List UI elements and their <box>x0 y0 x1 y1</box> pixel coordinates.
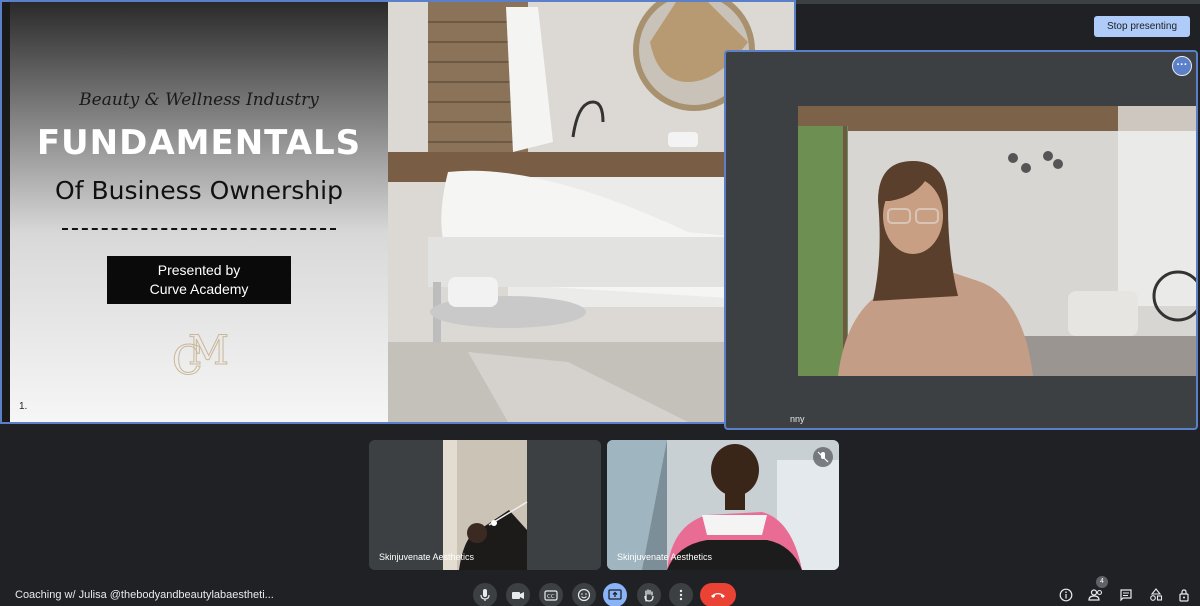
people-button[interactable] <box>1087 586 1105 604</box>
raise-hand-icon <box>644 589 654 602</box>
participant-video <box>607 440 839 570</box>
captions-button[interactable]: CC <box>539 583 563 606</box>
slide-title: FUNDAMENTALS <box>36 123 362 163</box>
meet-window: Stop presenting Beauty & Wellness Indust… <box>0 0 1200 606</box>
end-call-button[interactable] <box>700 583 736 606</box>
meeting-info-button[interactable] <box>1057 586 1075 604</box>
svg-text:CC: CC <box>547 594 555 600</box>
raise-hand-button[interactable] <box>637 583 661 606</box>
speaker-name-label: nny <box>790 414 805 424</box>
presenting-bar: Stop presenting <box>796 0 1200 42</box>
camera-button[interactable] <box>506 583 530 606</box>
more-horiz-icon[interactable]: ··· <box>1172 56 1192 76</box>
participant-name: Skinjuvenate Aesthetics <box>379 552 475 562</box>
participant-name: Skinjuvenate Aesthetics <box>617 552 713 562</box>
chat-icon <box>1120 589 1132 602</box>
chat-button[interactable] <box>1117 586 1135 604</box>
participant-video <box>369 440 601 570</box>
activities-icon <box>1150 588 1163 601</box>
emoji-icon <box>577 588 591 602</box>
present-button[interactable] <box>603 583 627 606</box>
mic-button[interactable] <box>473 583 497 606</box>
host-controls-button[interactable] <box>1175 586 1193 604</box>
meeting-title: Coaching w/ Julisa @thebodyandbeautylaba… <box>15 589 274 601</box>
more-vert-icon <box>679 589 683 601</box>
end-call-icon <box>711 593 725 598</box>
activities-button[interactable] <box>1147 586 1165 604</box>
info-icon <box>1059 588 1073 602</box>
slide-industry-text: Beauty & Wellness Industry <box>79 90 319 110</box>
captions-icon: CC <box>544 590 558 601</box>
presented-by-line2: Curve Academy <box>149 281 249 297</box>
presented-by-box: Presented by Curve Academy <box>107 256 291 304</box>
presentation-slide: Beauty & Wellness Industry FUNDAMENTALS … <box>0 0 796 424</box>
slide-divider <box>62 228 336 230</box>
speaker-video <box>798 106 1196 376</box>
speaker-tile[interactable]: ··· nny <box>724 50 1198 430</box>
more-options-button[interactable] <box>669 583 693 606</box>
participant-tile[interactable]: Skinjuvenate Aesthetics <box>369 440 601 570</box>
participant-tile[interactable]: Skinjuvenate Aesthetics <box>607 440 839 570</box>
curve-academy-logo: C M <box>172 328 230 385</box>
host-controls-icon <box>1179 589 1189 602</box>
camera-icon <box>512 592 524 599</box>
presented-by-line1: Presented by <box>157 262 241 278</box>
stop-presenting-button[interactable]: Stop presenting <box>1094 16 1190 37</box>
presenting-strip <box>796 0 1200 4</box>
emoji-button[interactable] <box>572 583 596 606</box>
mic-icon <box>480 589 490 601</box>
svg-text:M: M <box>188 328 229 374</box>
present-icon <box>608 589 622 600</box>
people-icon <box>1088 589 1103 601</box>
slide-page-number: 1. <box>19 401 28 412</box>
slide-subtitle: Of Business Ownership <box>55 176 343 205</box>
mic-off-icon <box>813 447 833 467</box>
slide-text-panel: Beauty & Wellness Industry FUNDAMENTALS … <box>10 2 388 422</box>
